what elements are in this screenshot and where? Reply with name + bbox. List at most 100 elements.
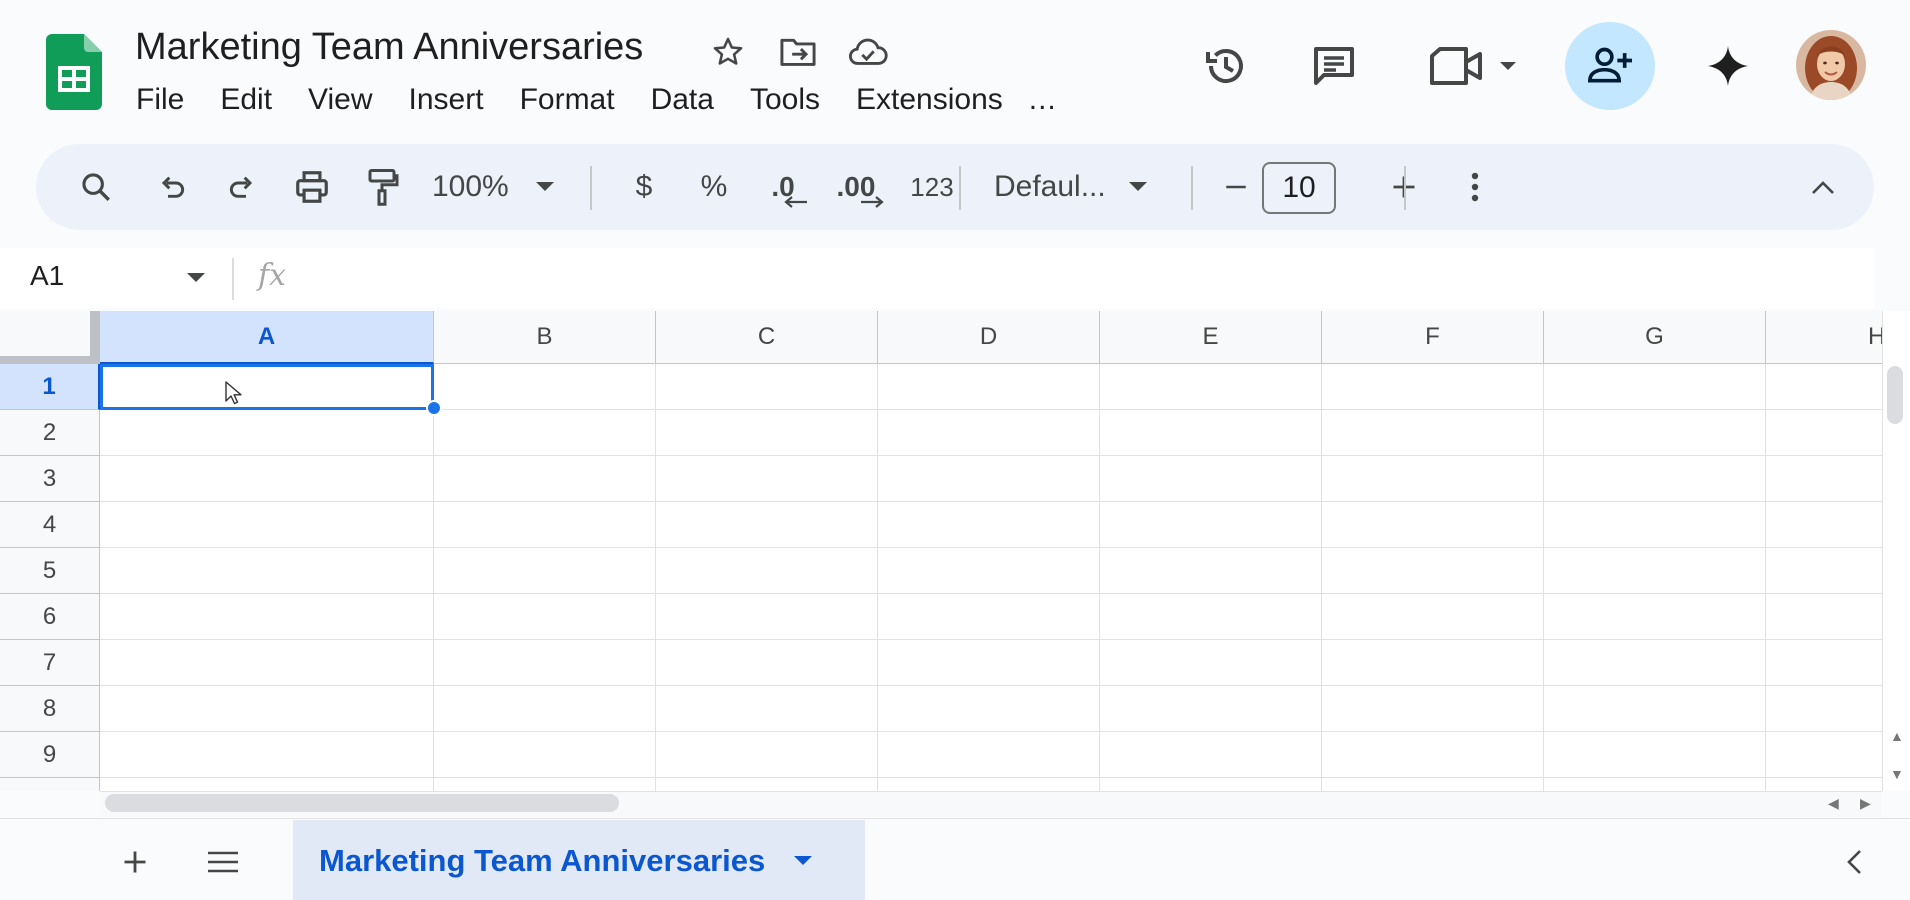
name-box[interactable]: A1 [30,260,64,292]
cell-f10[interactable] [1322,778,1544,791]
zoom-select[interactable]: 100% [426,144,606,230]
move-folder-icon[interactable] [778,32,818,72]
cell-b1[interactable] [434,364,656,410]
cell-g9[interactable] [1544,732,1766,778]
cell-d7[interactable] [878,640,1100,686]
cell-g2[interactable] [1544,410,1766,456]
scroll-down-icon[interactable]: ▼ [1890,766,1904,782]
cell-e9[interactable] [1100,732,1322,778]
cell-a6[interactable] [100,594,434,640]
document-title[interactable]: Marketing Team Anniversaries [135,26,643,69]
cell-c9[interactable] [656,732,878,778]
print-icon[interactable] [282,144,342,230]
row-header-1[interactable]: 1 [0,364,100,410]
cell-a5[interactable] [100,548,434,594]
decrease-decimal-button[interactable]: .0 [748,144,818,230]
cell-f8[interactable] [1322,686,1544,732]
row-header-9[interactable]: 9 [0,732,100,778]
cell-a1[interactable] [100,364,434,410]
cell-c10[interactable] [656,778,878,791]
cell-b2[interactable] [434,410,656,456]
cell-d4[interactable] [878,502,1100,548]
cell-c1[interactable] [656,364,878,410]
history-icon[interactable] [1198,30,1254,102]
cell-d1[interactable] [878,364,1100,410]
collapse-chevron-icon[interactable] [1798,144,1848,230]
fill-handle[interactable] [426,400,442,416]
row-header-4[interactable]: 4 [0,502,100,548]
cell-b6[interactable] [434,594,656,640]
cell-g10[interactable] [1544,778,1766,791]
scroll-right-icon[interactable]: ▶ [1860,795,1871,812]
menu-extensions[interactable]: Extensions [838,83,1021,117]
cell-b8[interactable] [434,686,656,732]
cell-c7[interactable] [656,640,878,686]
menu-data[interactable]: Data [633,83,732,117]
share-button[interactable] [1565,22,1655,110]
more-vert-icon[interactable] [1450,144,1500,230]
cell-b7[interactable] [434,640,656,686]
cell-b3[interactable] [434,456,656,502]
cell-e8[interactable] [1100,686,1322,732]
search-icon[interactable] [66,144,126,230]
cell-a3[interactable] [100,456,434,502]
all-sheets-icon[interactable] [198,837,248,887]
meet-video-icon[interactable] [1424,30,1524,102]
font-size-input[interactable]: 10 [1262,162,1336,214]
row-header-8[interactable]: 8 [0,686,100,732]
cell-f5[interactable] [1322,548,1544,594]
vertical-scroll-thumb[interactable] [1887,366,1903,424]
cell-f2[interactable] [1322,410,1544,456]
cell-g1[interactable] [1544,364,1766,410]
user-avatar[interactable] [1796,30,1866,100]
row-header-10[interactable] [0,778,100,791]
cell-e4[interactable] [1100,502,1322,548]
font-select[interactable]: Defaul... [988,144,1208,230]
cell-d6[interactable] [878,594,1100,640]
cell-f1[interactable] [1322,364,1544,410]
menu-file[interactable]: File [120,83,202,117]
cell-g4[interactable] [1544,502,1766,548]
cell-e6[interactable] [1100,594,1322,640]
cell-c4[interactable] [656,502,878,548]
sheets-logo-icon[interactable] [46,34,102,110]
scroll-up-icon[interactable]: ▲ [1890,728,1904,744]
undo-icon[interactable] [142,144,202,230]
cell-g6[interactable] [1544,594,1766,640]
cell-f7[interactable] [1322,640,1544,686]
cell-g7[interactable] [1544,640,1766,686]
column-header-c[interactable]: C [656,311,878,364]
cell-d8[interactable] [878,686,1100,732]
cell-d2[interactable] [878,410,1100,456]
comments-icon[interactable] [1306,30,1362,102]
cell-e5[interactable] [1100,548,1322,594]
menu-more[interactable]: ... [1021,83,1065,117]
cell-g5[interactable] [1544,548,1766,594]
cell-b9[interactable] [434,732,656,778]
cell-e10[interactable] [1100,778,1322,791]
cell-f6[interactable] [1322,594,1544,640]
column-header-d[interactable]: D [878,311,1100,364]
cell-a7[interactable] [100,640,434,686]
cell-c2[interactable] [656,410,878,456]
cell-c8[interactable] [656,686,878,732]
cell-b10[interactable] [434,778,656,791]
menu-format[interactable]: Format [502,83,633,117]
gemini-sparkle-icon[interactable] [1700,30,1756,102]
cell-e2[interactable] [1100,410,1322,456]
redo-icon[interactable] [212,144,272,230]
freeze-rows-handle[interactable] [0,356,100,364]
cell-d5[interactable] [878,548,1100,594]
cell-e7[interactable] [1100,640,1322,686]
menu-view[interactable]: View [290,83,390,117]
row-header-7[interactable]: 7 [0,640,100,686]
sheet-tab-caret-icon[interactable] [793,855,813,867]
paint-format-icon[interactable] [352,144,412,230]
cell-d10[interactable] [878,778,1100,791]
scroll-left-icon[interactable]: ◀ [1828,795,1839,812]
cell-f9[interactable] [1322,732,1544,778]
increase-decimal-button[interactable]: .00 [816,144,896,230]
decrease-font-size-icon[interactable] [1208,144,1264,230]
cell-g8[interactable] [1544,686,1766,732]
star-icon[interactable] [708,32,748,72]
